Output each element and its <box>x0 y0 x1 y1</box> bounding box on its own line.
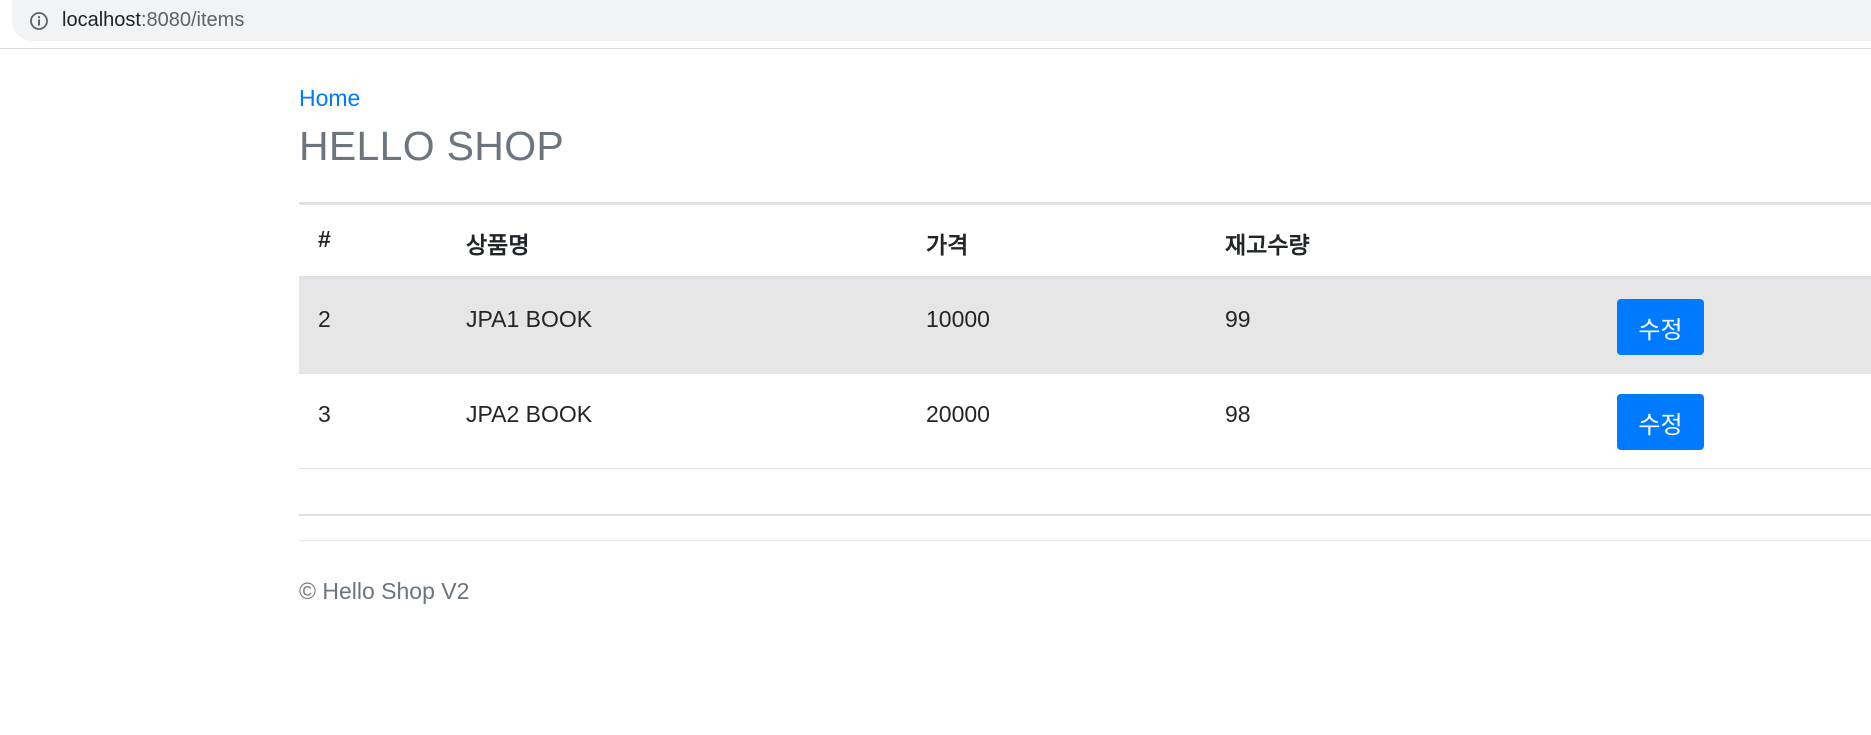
table-row: 3 JPA2 BOOK 20000 98 수정 <box>299 374 1871 469</box>
edit-button[interactable]: 수정 <box>1617 394 1704 450</box>
url-field[interactable]: localhost:8080/items <box>12 0 1871 41</box>
item-price: 10000 <box>926 306 990 332</box>
column-header-price: 가격 <box>926 232 969 258</box>
page-title: HELLO SHOP <box>299 123 565 169</box>
table-header-row: # 상품명 가격 재고수량 <box>299 204 1871 279</box>
item-price: 20000 <box>926 401 990 427</box>
column-header-id: # <box>318 226 331 252</box>
edit-button[interactable]: 수정 <box>1617 299 1704 355</box>
browser-address-bar: localhost:8080/items <box>0 0 1871 49</box>
item-id: 2 <box>318 306 331 332</box>
footer-copyright: © Hello Shop V2 <box>299 578 470 604</box>
url-path: :8080/items <box>140 9 245 31</box>
table-row: 2 JPA1 BOOK 10000 99 수정 <box>299 279 1871 374</box>
home-link[interactable]: Home <box>299 85 360 112</box>
item-stock: 99 <box>1225 306 1251 332</box>
column-header-stock: 재고수량 <box>1225 232 1310 258</box>
item-id: 3 <box>318 401 331 427</box>
column-header-name: 상품명 <box>466 232 530 258</box>
table-bottom-border <box>299 514 1871 516</box>
footer-divider <box>299 540 1871 541</box>
url-host: localhost <box>62 9 141 31</box>
info-circle-icon[interactable] <box>29 11 49 31</box>
url-text[interactable]: localhost:8080/items <box>62 9 244 32</box>
item-stock: 98 <box>1225 401 1251 427</box>
item-name: JPA1 BOOK <box>466 306 593 332</box>
item-name: JPA2 BOOK <box>466 401 593 427</box>
